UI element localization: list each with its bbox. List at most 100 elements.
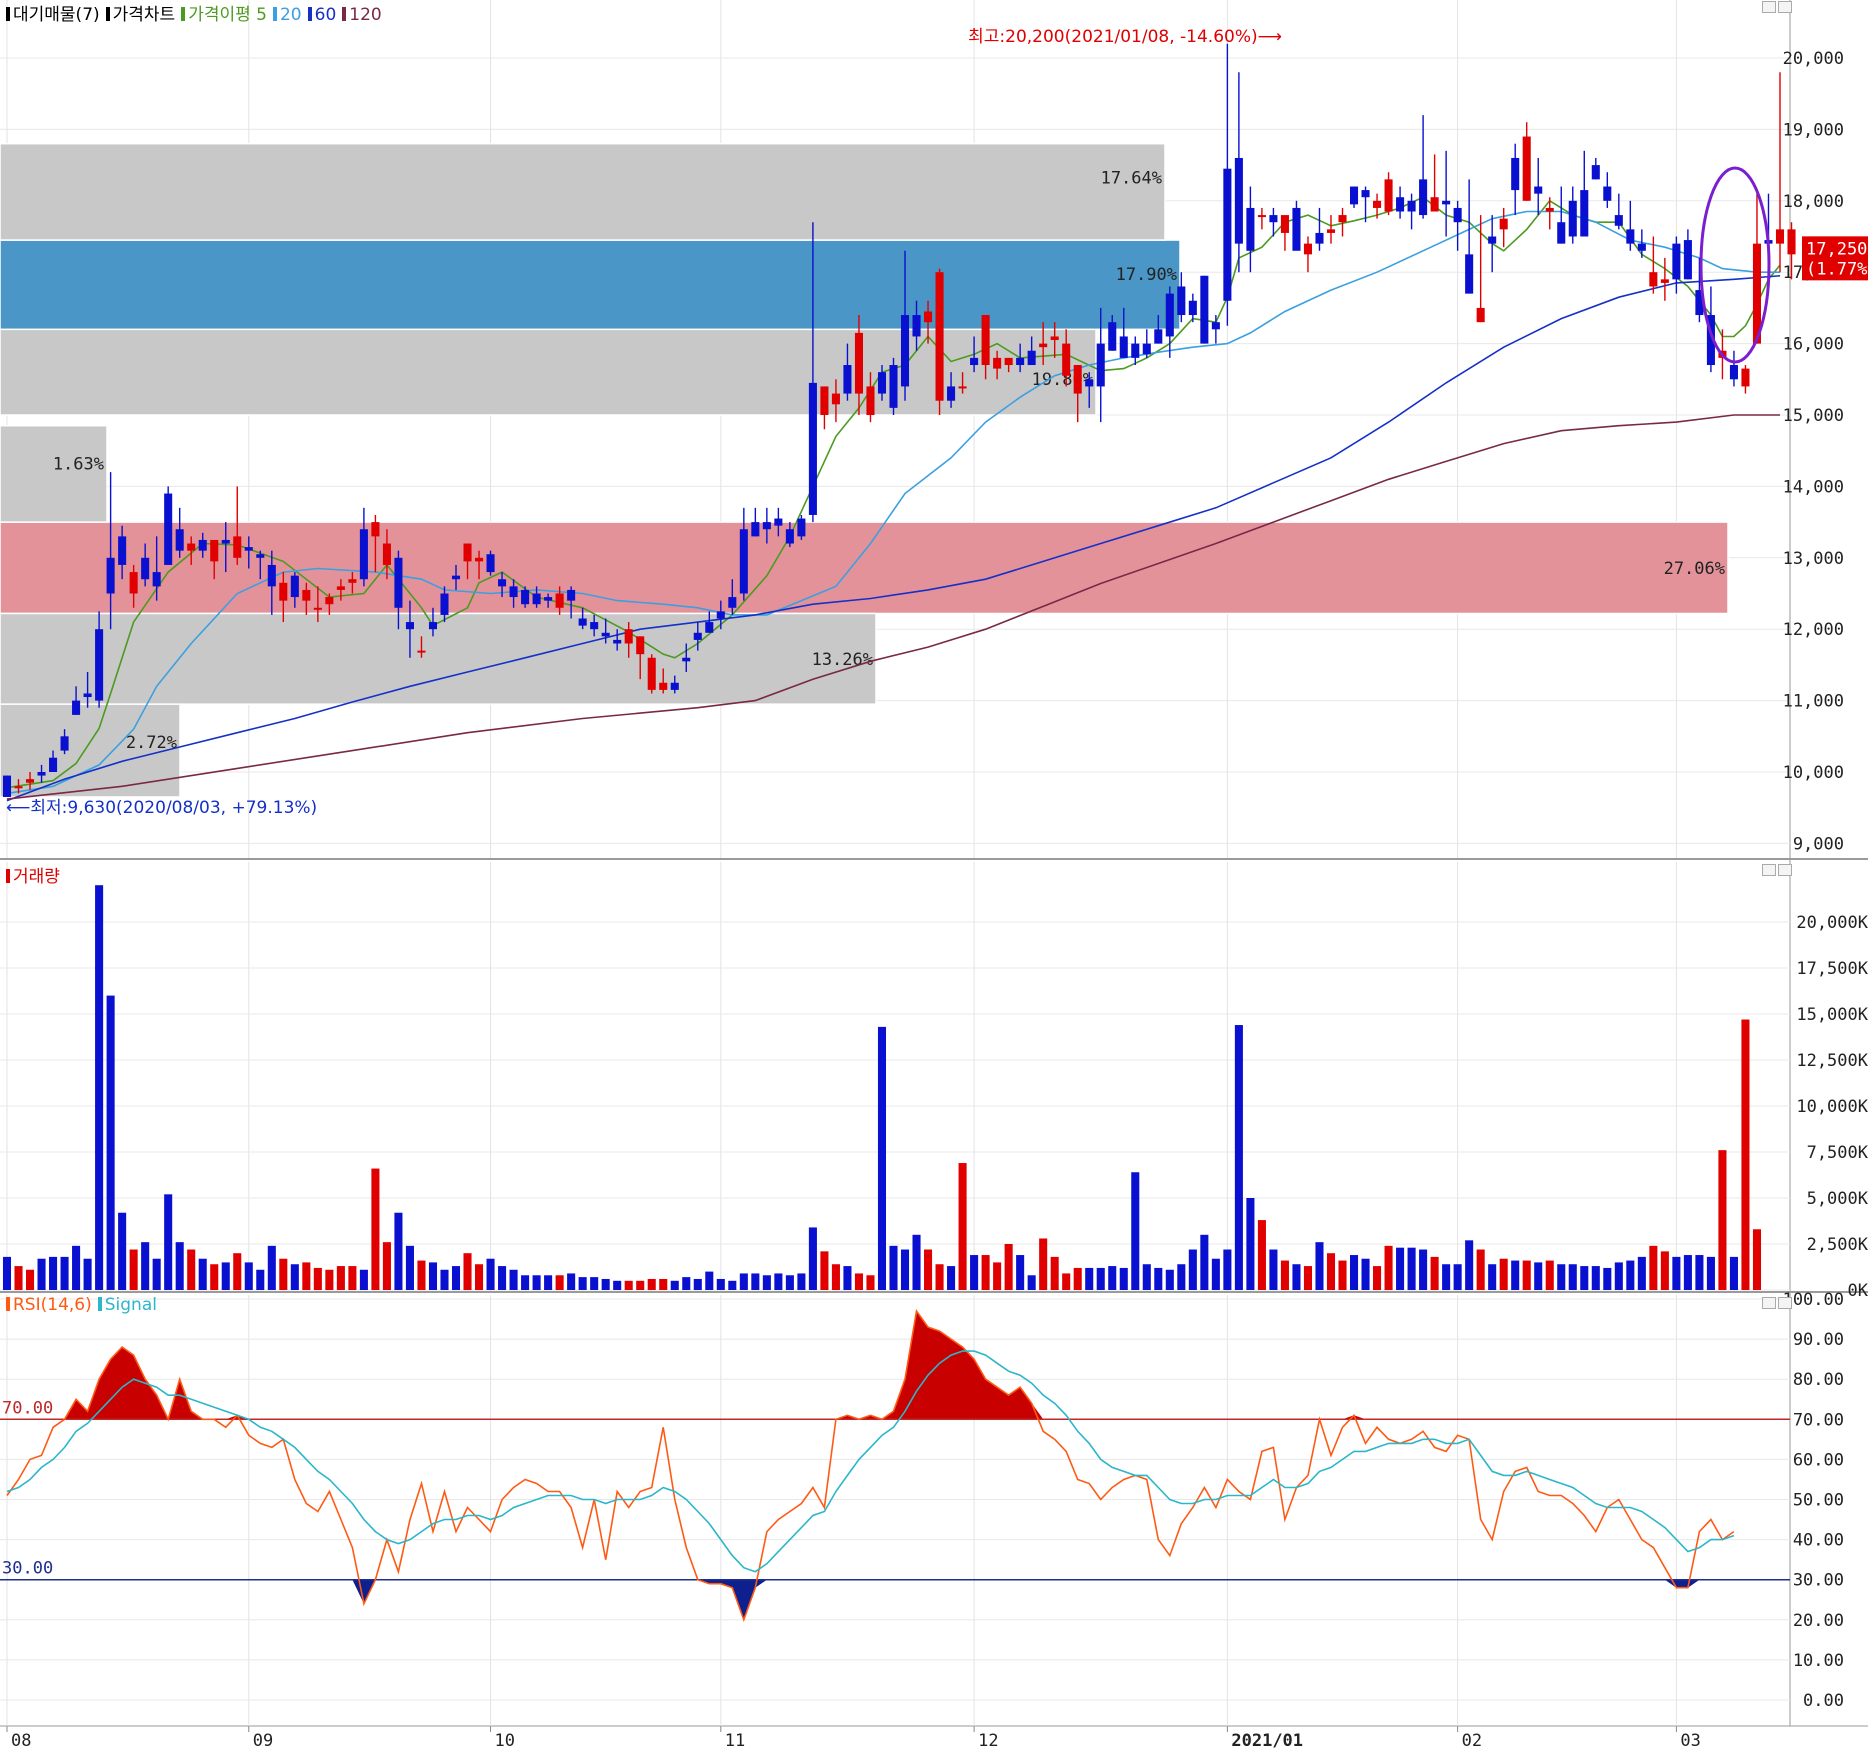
candle-body — [900, 315, 910, 387]
x-axis-tick-label: 10 — [495, 1731, 515, 1749]
candle-body — [290, 575, 299, 598]
volume-axis-tick: 12,500K — [1796, 1051, 1868, 1071]
volume-bar — [762, 1275, 771, 1290]
candle-body — [1280, 215, 1289, 233]
price-panel-close-button[interactable] — [1778, 1, 1792, 13]
volume-bar — [1131, 1172, 1140, 1290]
candle-body — [37, 772, 46, 776]
candle-body — [1442, 200, 1451, 205]
legend-item: 20 — [272, 5, 302, 25]
price-panel-minimize-button[interactable] — [1762, 1, 1776, 13]
volume-legend: 거래량 — [6, 862, 66, 887]
volume-bar — [302, 1262, 311, 1290]
volume-bar — [1637, 1256, 1646, 1290]
supply-zone — [0, 328, 1097, 416]
volume-bar — [509, 1269, 518, 1290]
candle-body — [1787, 229, 1796, 255]
candle-body — [1142, 343, 1151, 355]
volume-bar — [1752, 1229, 1762, 1290]
candle-body — [1039, 343, 1048, 348]
candle-body — [1499, 218, 1508, 230]
candle-body — [808, 382, 817, 515]
candle-body — [382, 543, 391, 565]
candle-body — [1315, 232, 1324, 244]
candle-body — [1027, 350, 1036, 366]
candle-body — [1614, 215, 1623, 226]
candle-body — [912, 315, 921, 337]
volume-bar — [1234, 1025, 1243, 1290]
volume-bar — [578, 1277, 587, 1290]
volume-bar — [1465, 1240, 1474, 1290]
volume-panel-minimize-button[interactable] — [1762, 864, 1776, 876]
candle-body — [72, 700, 81, 715]
volume-bar — [774, 1273, 783, 1290]
candle-body — [1419, 179, 1428, 216]
volume-bar — [1211, 1258, 1220, 1290]
candle-body — [993, 357, 1002, 369]
candle-body — [705, 622, 714, 633]
volume-bar — [25, 1269, 35, 1290]
volume-bar — [1016, 1255, 1025, 1290]
legend-swatch — [342, 7, 347, 21]
candle-body — [1396, 197, 1405, 212]
candle-body — [935, 272, 944, 401]
price-axis-tick: 14,000 — [1783, 477, 1844, 497]
candle-body — [1246, 207, 1255, 251]
volume-bar — [1108, 1266, 1117, 1290]
candle-body — [313, 607, 322, 610]
volume-bar — [670, 1280, 679, 1290]
volume-bar — [198, 1258, 207, 1290]
volume-bar — [636, 1280, 645, 1290]
volume-bar — [359, 1269, 368, 1290]
volume-bar — [1407, 1247, 1416, 1290]
candle-body — [1672, 243, 1681, 280]
supply-zone-label: 17.90% — [1116, 265, 1177, 285]
volume-bar — [371, 1168, 380, 1290]
price-axis-tick: 10,000 — [1783, 763, 1844, 783]
legend-item: 대기매물(7) — [6, 5, 100, 25]
candle-body — [1234, 157, 1243, 244]
volume-bar — [1200, 1234, 1209, 1290]
legend-label: 거래량 — [13, 867, 60, 887]
candle-body — [1004, 357, 1013, 366]
volume-bar — [1430, 1256, 1439, 1290]
volume-bar — [463, 1253, 472, 1290]
candle-body — [1683, 240, 1692, 280]
volume-bar — [900, 1249, 910, 1290]
candle-body — [1430, 197, 1439, 212]
candle-body — [797, 518, 806, 537]
volume-bar — [1085, 1267, 1094, 1290]
candle-body — [624, 629, 633, 644]
rsi-panel-close-button[interactable] — [1778, 1297, 1792, 1309]
volume-bar — [1741, 1019, 1750, 1290]
volume-bar — [1488, 1264, 1497, 1290]
supply-zone-label: 27.06% — [1664, 559, 1725, 579]
volume-bar — [37, 1258, 46, 1290]
candle-body — [1476, 307, 1485, 323]
candle-body — [820, 386, 829, 415]
volume-bar — [348, 1266, 357, 1290]
supply-zone — [0, 142, 1166, 241]
candle-body — [1165, 293, 1174, 337]
rsi-panel-minimize-button[interactable] — [1762, 1297, 1776, 1309]
candle-body — [141, 557, 150, 580]
candle-body — [233, 536, 242, 558]
volume-bar — [924, 1249, 933, 1290]
candle-body — [256, 554, 265, 558]
volume-bar — [1303, 1266, 1312, 1290]
candle-body — [958, 386, 967, 389]
volume-bar — [210, 1264, 219, 1290]
candle-body — [359, 529, 368, 580]
volume-bar — [970, 1255, 979, 1290]
volume-bar — [382, 1242, 391, 1290]
volume-panel-close-button[interactable] — [1778, 864, 1792, 876]
rsi-axis-tick: 60.00 — [1793, 1450, 1844, 1470]
candle-body — [417, 650, 426, 653]
volume-bar — [1142, 1264, 1151, 1290]
volume-bar — [567, 1273, 576, 1290]
x-axis-tick-label: 02 — [1462, 1731, 1482, 1749]
volume-axis-tick: 17,500K — [1796, 959, 1868, 979]
candle-body — [613, 639, 622, 644]
candle-body — [371, 522, 380, 537]
volume-bar — [682, 1277, 691, 1290]
